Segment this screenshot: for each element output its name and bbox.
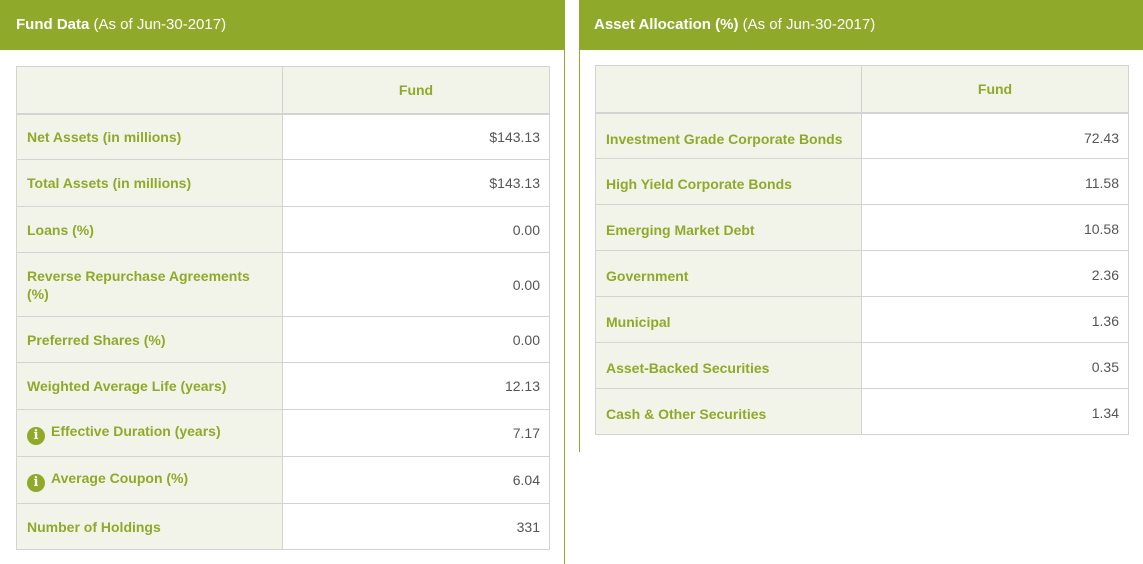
asset-allocation-title: Asset Allocation (%) <box>594 16 739 33</box>
row-label: Asset-Backed Securities <box>595 342 862 389</box>
row-value: $143.13 <box>282 159 550 207</box>
table-row: Number of Holdings 331 <box>16 503 550 550</box>
row-value: 2.36 <box>861 250 1129 297</box>
row-label: Cash & Other Securities <box>595 388 862 435</box>
row-value: 1.34 <box>861 388 1129 435</box>
row-value: 0.00 <box>282 316 550 363</box>
fund-data-title: Fund Data <box>16 16 90 33</box>
row-label: i Effective Duration (years) <box>16 409 283 457</box>
row-label-text: Loans (%) <box>27 221 94 238</box>
row-label-text: Number of Holdings <box>27 518 161 535</box>
table-row: Reverse Repurchase Agreements (%) 0.00 <box>16 252 550 317</box>
table-row: Municipal 1.36 <box>595 296 1129 343</box>
row-value: 0.35 <box>861 342 1129 389</box>
fund-data-table: Fund Net Assets (in millions) $143.13 Tota… <box>16 66 550 550</box>
row-value: 0.00 <box>282 206 550 253</box>
row-label-text: Effective Duration (years) <box>51 422 221 439</box>
info-icon[interactable]: i <box>27 426 45 445</box>
row-label: Preferred Shares (%) <box>16 316 283 363</box>
row-label-text: Weighted Average Life (years) <box>27 378 227 394</box>
table-row: i Average Coupon (%) 6.04 <box>16 456 550 504</box>
asset-allocation-panel: Asset Allocation (%) (As of Jun-30-2017)… <box>579 0 1143 452</box>
table-row: Government 2.36 <box>595 250 1129 297</box>
fund-data-panel: Fund Data (As of Jun-30-2017) Fund Net A… <box>0 0 565 564</box>
row-label: Weighted Average Life (years) <box>16 362 283 410</box>
row-label: Net Assets (in millions) <box>16 113 283 160</box>
table-row: High Yield Corporate Bonds 11.58 <box>595 158 1129 205</box>
table-row: Asset-Backed Securities 0.35 <box>595 342 1129 389</box>
table-row: Weighted Average Life (years) 12.13 <box>16 362 550 410</box>
row-value: 10.58 <box>861 204 1129 251</box>
row-value: 11.58 <box>861 158 1129 205</box>
table-row: Investment Grade Corporate Bonds 72.43 <box>595 112 1129 159</box>
table-row: Preferred Shares (%) 0.00 <box>16 316 550 363</box>
table-row: Cash & Other Securities 1.34 <box>595 388 1129 435</box>
row-value: 72.43 <box>861 112 1129 159</box>
info-icon[interactable]: i <box>27 473 45 492</box>
asset-allocation-table: Fund Investment Grade Corporate Bonds 72.… <box>595 65 1129 435</box>
asset-allocation-header: Asset Allocation (%) (As of Jun-30-2017) <box>580 0 1143 50</box>
row-label-text: Preferred Shares (%) <box>27 331 166 348</box>
asset-allocation-column-header: Fund <box>861 65 1129 114</box>
row-label: Number of Holdings <box>16 503 283 550</box>
row-label-text: Total Assets (in millions) <box>27 175 192 191</box>
row-label: Municipal <box>595 296 862 343</box>
row-label-text: Net Assets (in millions) <box>27 128 182 145</box>
row-label: Investment Grade Corporate Bonds <box>595 112 862 159</box>
table-row: i Effective Duration (years) 7.17 <box>16 409 550 457</box>
row-label: High Yield Corporate Bonds <box>595 158 862 205</box>
row-value: 0.00 <box>282 252 550 317</box>
row-label: i Average Coupon (%) <box>16 456 283 504</box>
row-label: Emerging Market Debt <box>595 204 862 251</box>
table-row: Total Assets (in millions) $143.13 <box>16 159 550 207</box>
table-row: Net Assets (in millions) $143.13 <box>16 113 550 160</box>
asset-allocation-corner-cell <box>595 65 862 114</box>
fund-data-column-header: Fund <box>282 66 550 115</box>
row-label-text: Reverse Repurchase Agreements (%) <box>27 267 250 302</box>
asset-allocation-as-of: (As of Jun-30-2017) <box>742 16 876 33</box>
fund-data-header: Fund Data (As of Jun-30-2017) <box>0 0 564 50</box>
row-value: 6.04 <box>282 456 550 504</box>
row-value: 1.36 <box>861 296 1129 343</box>
row-label-text: Average Coupon (%) <box>51 469 189 486</box>
row-label: Loans (%) <box>16 206 283 253</box>
table-row: Loans (%) 0.00 <box>16 206 550 253</box>
row-value: 331 <box>282 503 550 550</box>
row-label: Total Assets (in millions) <box>16 159 283 207</box>
table-row: Emerging Market Debt 10.58 <box>595 204 1129 251</box>
row-value: 12.13 <box>282 362 550 410</box>
fund-data-corner-cell <box>16 66 283 115</box>
fund-data-as-of: (As of Jun-30-2017) <box>93 16 227 33</box>
row-value: $143.13 <box>282 113 550 160</box>
row-label: Government <box>595 250 862 297</box>
row-label: Reverse Repurchase Agreements (%) <box>16 252 283 317</box>
row-value: 7.17 <box>282 409 550 457</box>
